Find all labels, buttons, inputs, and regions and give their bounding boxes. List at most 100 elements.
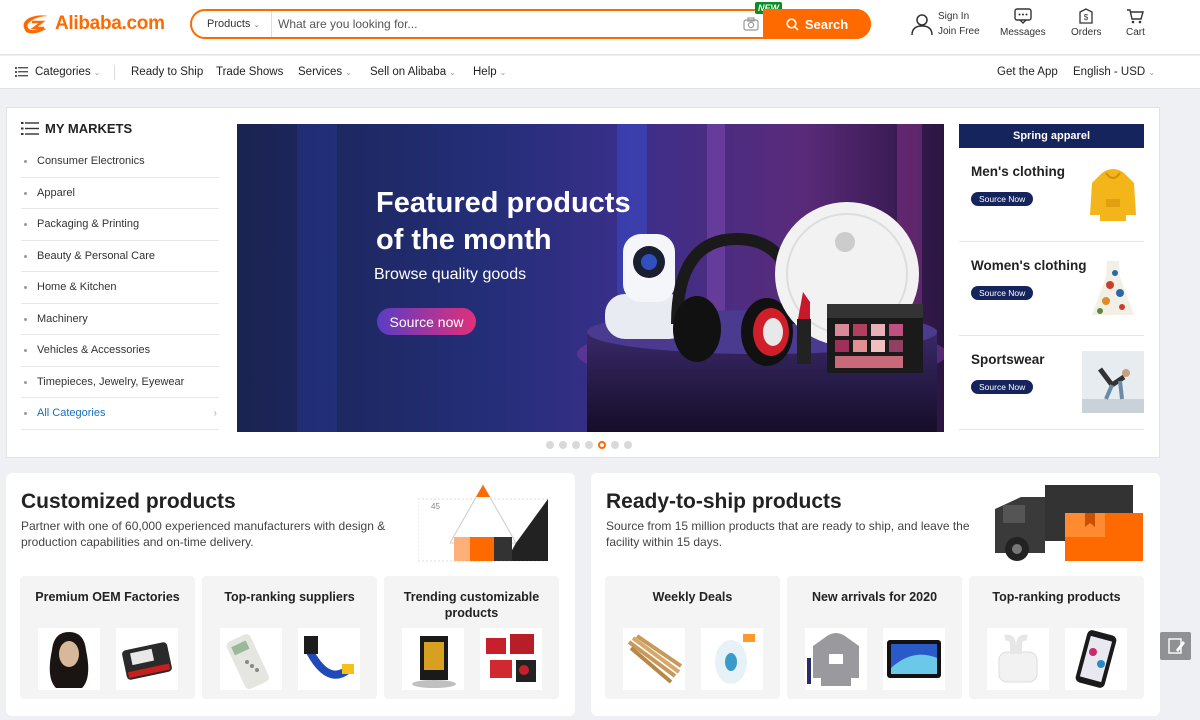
tile-top-ranking-products[interactable]: Top-ranking products [969, 576, 1144, 699]
nav-sell-label: Sell on Alibaba [370, 66, 447, 78]
nav-ready-to-ship[interactable]: Ready to Ship [131, 66, 203, 78]
source-now-button[interactable]: Source Now [971, 192, 1034, 206]
all-categories-link[interactable]: All Categories › [21, 398, 219, 430]
banner-title-line2: of the month [376, 224, 552, 256]
carousel-dot[interactable] [572, 441, 580, 449]
spring-card-label: Women's clothing [971, 258, 1087, 273]
tile-title: New arrivals for 2020 [811, 590, 938, 604]
ready-desc-line2: facility within 15 days. [606, 535, 723, 549]
market-label: Apparel [37, 186, 75, 199]
orders-icon: $ [1079, 8, 1093, 24]
featured-banner[interactable]: Featured products of the month Browse qu… [237, 124, 944, 432]
carousel-dot[interactable] [611, 441, 619, 449]
graphic-label: 45 [524, 502, 533, 511]
tile-top-suppliers[interactable]: Top-ranking suppliers [202, 576, 377, 699]
edit-icon [1168, 638, 1185, 654]
market-item[interactable]: Home & Kitchen [21, 272, 219, 304]
sportswear-image [1082, 351, 1144, 413]
tile-trending-customizable[interactable]: Trending customizable products [384, 576, 559, 699]
market-item[interactable]: Packaging & Printing [21, 209, 219, 241]
ready-desc-line1: Source from 15 million products that are… [606, 519, 970, 533]
my-markets-header: MY MARKETS [21, 121, 132, 136]
carousel-dot[interactable] [585, 441, 593, 449]
carousel-dot[interactable] [624, 441, 632, 449]
search-category-select[interactable]: Products ⌄ [192, 11, 272, 37]
nav-trade-shows[interactable]: Trade Shows [216, 66, 283, 78]
search-icon [786, 17, 799, 31]
market-item[interactable]: Machinery [21, 304, 219, 335]
search-input[interactable] [278, 14, 738, 34]
nav-language-currency[interactable]: English - USD ⌄ [1073, 66, 1155, 78]
cart-icon [1127, 9, 1145, 24]
tile-premium-oem[interactable]: Premium OEM Factories [20, 576, 195, 699]
my-markets-title: MY MARKETS [45, 121, 133, 136]
carousel-dot[interactable] [559, 441, 567, 449]
nav-sell-on-alibaba[interactable]: Sell on Alibaba ⌄ [370, 66, 456, 78]
customized-desc-line2: production capabilities and on-time deli… [21, 535, 254, 549]
nav-ready-label: Ready to Ship [131, 66, 204, 78]
tool-set-image [480, 628, 542, 690]
carousel-dot[interactable] [546, 441, 554, 449]
nav-services-label: Services [298, 66, 343, 78]
hoodie-image [1090, 169, 1136, 221]
market-item[interactable]: Vehicles & Accessories [21, 335, 219, 367]
join-free-label: Join Free [938, 26, 980, 37]
remote-control-image [220, 628, 282, 690]
source-now-button[interactable]: Source Now [971, 286, 1034, 300]
market-label: Machinery [37, 312, 88, 325]
search-bar: Products ⌄ NEW Search [190, 2, 871, 39]
spring-card-label: Men's clothing [971, 164, 1065, 179]
nav-categories-label: Categories [35, 66, 91, 78]
chevron-down-icon: ⌄ [1148, 67, 1155, 77]
spring-card-womens[interactable]: Women's clothing Source Now [959, 242, 1144, 336]
customized-products-section: Customized products Partner with one of … [6, 473, 575, 716]
market-item[interactable]: Timepieces, Jewelry, Eyewear [21, 367, 219, 398]
customization-graphic [418, 483, 548, 562]
sweatshirt-image [805, 628, 867, 690]
label-roll-image [701, 628, 763, 690]
chevron-down-icon: ⌄ [449, 67, 456, 77]
orders-label: Orders [1071, 27, 1102, 38]
delivery-truck-graphic [995, 485, 1143, 561]
messages-link[interactable]: Messages [1000, 8, 1046, 38]
alibaba-logo[interactable]: Alibaba.com [20, 12, 165, 36]
tile-title: Premium OEM Factories [35, 590, 180, 604]
nav-get-the-app[interactable]: Get the App [997, 66, 1058, 78]
market-item[interactable]: Apparel [21, 178, 219, 209]
cart-link[interactable]: Cart [1126, 8, 1145, 38]
gift-box-image [402, 628, 464, 690]
sign-in-link[interactable]: Sign In Join Free [910, 9, 980, 39]
messages-label: Messages [1000, 27, 1046, 38]
spring-card-mens[interactable]: Men's clothing Source Now [959, 148, 1144, 242]
nav-categories[interactable]: Categories ⌄ [15, 66, 100, 78]
chevron-right-icon: › [213, 407, 217, 419]
orders-link[interactable]: $ Orders [1071, 8, 1102, 38]
market-item[interactable]: Beauty & Personal Care [21, 241, 219, 272]
camera-icon[interactable] [743, 17, 759, 31]
spring-card-sportswear[interactable]: Sportswear Source Now [959, 336, 1144, 430]
tile-weekly-deals[interactable]: Weekly Deals [605, 576, 780, 699]
market-item[interactable]: Consumer Electronics [21, 146, 219, 178]
nav-divider [114, 65, 115, 80]
hero-panel: MY MARKETS Consumer Electronics Apparel … [6, 107, 1160, 458]
top-header: Alibaba.com Products ⌄ NEW Search Sign I… [0, 0, 1200, 55]
banner-title-line1: Featured products [376, 187, 631, 219]
tile-title: Top-ranking products [992, 590, 1121, 604]
market-label: Beauty & Personal Care [37, 249, 156, 262]
search-button[interactable]: Search [763, 9, 871, 39]
tile-title: Weekly Deals [652, 590, 733, 604]
tile-new-arrivals[interactable]: New arrivals for 2020 [787, 576, 962, 699]
banner-source-now-button[interactable]: Source now [377, 308, 476, 335]
chevron-down-icon: ⌄ [345, 67, 352, 77]
search-category-label: Products [207, 18, 251, 30]
source-now-button[interactable]: Source Now [971, 380, 1034, 394]
search-button-label: Search [804, 16, 849, 32]
carousel-dot-active[interactable] [598, 441, 606, 449]
ready-to-ship-section: Ready-to-ship products Source from 15 mi… [591, 473, 1160, 716]
customized-desc-line1: Partner with one of 60,000 experienced m… [21, 519, 386, 533]
nav-help[interactable]: Help ⌄ [473, 66, 506, 78]
nav-services[interactable]: Services ⌄ [298, 66, 352, 78]
logo-text: Alibaba.com [55, 13, 165, 34]
feedback-button[interactable] [1160, 632, 1191, 660]
sign-in-label: Sign In [938, 11, 970, 22]
